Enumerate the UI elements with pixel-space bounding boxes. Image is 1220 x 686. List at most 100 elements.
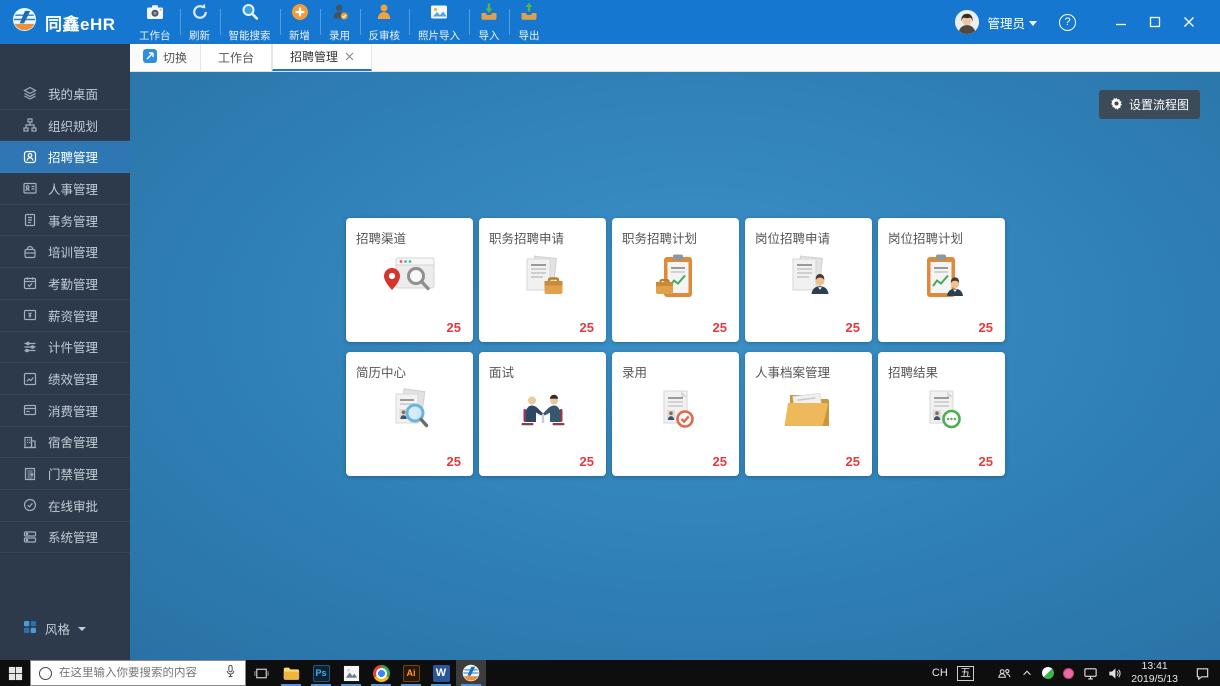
user-avatar[interactable]: [955, 10, 979, 34]
sidebar-item-access-control[interactable]: 门禁管理: [0, 458, 130, 490]
toolbar-unaudit-button[interactable]: 反审核: [360, 0, 410, 44]
card-post-recruit-request[interactable]: 岗位招聘申请 25: [745, 218, 872, 342]
sidebar-item-label: 计件管理: [48, 337, 98, 356]
help-icon[interactable]: ?: [1059, 14, 1076, 31]
card-personnel-archive[interactable]: 人事档案管理 25: [745, 352, 872, 476]
card-count: 25: [580, 320, 594, 335]
style-label: 风格: [45, 619, 70, 638]
sidebar-item-salary[interactable]: 薪资管理: [0, 300, 130, 332]
photo-import-icon: [429, 2, 449, 27]
tabbar: 切换 工作台 招聘管理: [130, 44, 1220, 72]
toolbar-photo-import-button[interactable]: 照片导入: [409, 0, 469, 44]
network-icon[interactable]: [1083, 666, 1098, 681]
language-indicator[interactable]: CH: [932, 667, 948, 679]
illustrator-icon: Ai: [403, 665, 420, 682]
toolbar-workbench-button[interactable]: 工作台: [130, 0, 180, 44]
card-title: 招聘结果: [888, 362, 938, 381]
sidebar-item-hr[interactable]: 人事管理: [0, 173, 130, 205]
taskbar-app-explorer[interactable]: [276, 660, 306, 686]
tray-app-icon[interactable]: [1063, 668, 1074, 679]
card-post-recruit-plan[interactable]: 岗位招聘计划 25: [878, 218, 1005, 342]
doc-person-icon: [745, 252, 872, 304]
sidebar-item-dormitory[interactable]: 宿舍管理: [0, 427, 130, 459]
performance-chart-icon: [23, 372, 37, 386]
tab-close-icon[interactable]: [345, 50, 354, 64]
gear-icon: [1110, 97, 1123, 113]
user-name[interactable]: 管理员: [987, 13, 1025, 32]
set-flowchart-label: 设置流程图: [1129, 96, 1189, 113]
card-title: 简历中心: [356, 362, 406, 381]
volume-icon[interactable]: [1107, 666, 1122, 681]
card-count: 25: [846, 454, 860, 469]
taskbar-app-chrome[interactable]: [366, 660, 396, 686]
sidebar-item-affairs[interactable]: 事务管理: [0, 205, 130, 237]
search-input[interactable]: [59, 667, 217, 679]
hidden-icons-chevron-icon[interactable]: [1021, 667, 1033, 679]
sidebar-item-my-desktop[interactable]: 我的桌面: [0, 78, 130, 110]
card-job-recruit-request[interactable]: 职务招聘申请 25: [479, 218, 606, 342]
sidebar-item-system[interactable]: 系统管理: [0, 522, 130, 554]
card-resume-center[interactable]: 简历中心 25: [346, 352, 473, 476]
door-icon: [23, 467, 37, 481]
tab-workbench[interactable]: 工作台: [200, 44, 272, 71]
taskbar-search[interactable]: [30, 660, 246, 686]
taskbar-app-illustrator[interactable]: Ai: [396, 660, 426, 686]
style-caret-icon: [78, 627, 86, 631]
hire-person-icon: [330, 2, 350, 27]
sidebar-item-recruitment[interactable]: 招聘管理: [0, 141, 130, 173]
sidebar-item-consumption[interactable]: 消费管理: [0, 395, 130, 427]
minimize-icon[interactable]: [1104, 7, 1138, 37]
sidebar: 我的桌面 组织规划 招聘管理 人事管理 事务管理 培训管理 考勤管理 薪资管理: [0, 44, 130, 660]
tray-drive-icon[interactable]: [1042, 667, 1054, 679]
resume-check-icon: [612, 386, 739, 438]
card-icon: [23, 403, 37, 417]
task-view-button[interactable]: [246, 660, 276, 686]
sidebar-menu: 我的桌面 组织规划 招聘管理 人事管理 事务管理 培训管理 考勤管理 薪资管理: [0, 44, 130, 553]
tab-recruitment[interactable]: 招聘管理: [272, 44, 372, 71]
taskbar-app-photoshop[interactable]: Ps: [306, 660, 336, 686]
sidebar-item-piecework[interactable]: 计件管理: [0, 332, 130, 364]
switch-button[interactable]: 切换: [130, 44, 200, 71]
sidebar-item-attendance[interactable]: 考勤管理: [0, 268, 130, 300]
card-count: 25: [580, 454, 594, 469]
maximize-icon[interactable]: [1138, 7, 1172, 37]
taskbar-app-ehr[interactable]: [456, 660, 486, 686]
card-hire[interactable]: 录用 25: [612, 352, 739, 476]
microphone-icon[interactable]: [224, 664, 237, 683]
building-icon: [23, 435, 37, 449]
workbench-camera-icon: [145, 2, 165, 27]
document-icon: [23, 213, 37, 227]
desktop-layers-icon: [23, 86, 37, 100]
toolbar-add-button[interactable]: 新增: [280, 0, 320, 44]
action-center-icon[interactable]: [1195, 666, 1210, 681]
card-recruitment-channel[interactable]: 招聘渠道 25: [346, 218, 473, 342]
window-controls: [1104, 7, 1206, 37]
start-button[interactable]: [0, 660, 30, 686]
toolbar-hire-button[interactable]: 录用: [320, 0, 360, 44]
toolbar-smart-search-button[interactable]: 智能搜索: [220, 0, 280, 44]
style-switcher[interactable]: 风格: [23, 619, 86, 638]
tab-label: 工作台: [218, 49, 254, 66]
user-menu-caret-icon[interactable]: [1029, 21, 1037, 26]
taskbar-app-photos[interactable]: [336, 660, 366, 686]
recruit-person-icon: [23, 150, 37, 164]
card-job-recruit-plan[interactable]: 职务招聘计划 25: [612, 218, 739, 342]
close-icon[interactable]: [1172, 7, 1206, 37]
ime-indicator[interactable]: 五: [957, 666, 975, 681]
toolbar-refresh-button[interactable]: 刷新: [180, 0, 220, 44]
toolbar-export-button[interactable]: 导出: [509, 0, 549, 44]
taskbar-clock[interactable]: 13:41 2019/5/13: [1131, 660, 1178, 686]
people-icon[interactable]: [997, 666, 1012, 681]
card-interview[interactable]: 面试 25: [479, 352, 606, 476]
unaudit-person-icon: [374, 2, 394, 27]
taskbar-app-word[interactable]: W: [426, 660, 456, 686]
sidebar-item-org-planning[interactable]: 组织规划: [0, 110, 130, 142]
toolbar-import-button[interactable]: 导入: [469, 0, 509, 44]
switch-label: 切换: [163, 49, 187, 66]
sidebar-item-label: 我的桌面: [48, 84, 98, 103]
set-flowchart-button[interactable]: 设置流程图: [1099, 90, 1200, 119]
sidebar-item-performance[interactable]: 绩效管理: [0, 363, 130, 395]
sidebar-item-training[interactable]: 培训管理: [0, 236, 130, 268]
card-recruit-result[interactable]: 招聘结果 25: [878, 352, 1005, 476]
sidebar-item-online-approval[interactable]: 在线审批: [0, 490, 130, 522]
